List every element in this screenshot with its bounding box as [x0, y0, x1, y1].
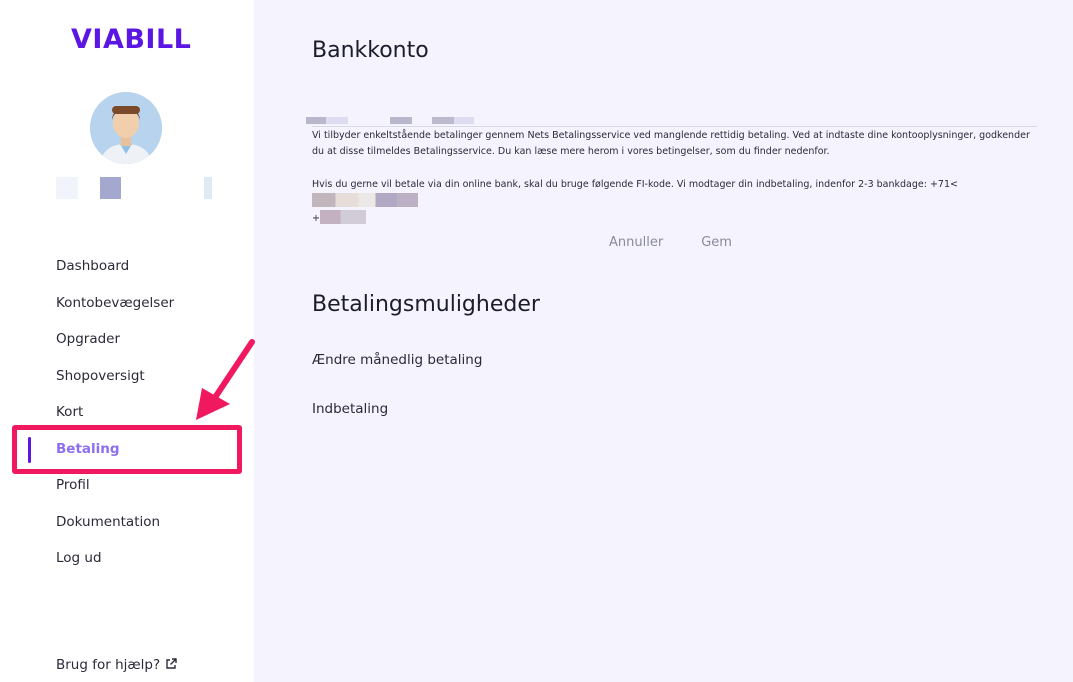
main-content: Bankkonto Vi tilbyder enkeltstående beta…: [254, 0, 1073, 682]
help-link[interactable]: Brug for hjælp?: [56, 657, 177, 674]
sidebar-item-dokumentation[interactable]: Dokumentation: [0, 504, 254, 541]
deposit-link[interactable]: Indbetaling: [312, 401, 388, 417]
divider: [312, 126, 1037, 127]
sidebar-item-dashboard[interactable]: Dashboard: [0, 248, 254, 285]
viabill-logo[interactable]: VIABILL: [71, 24, 191, 55]
payment-options-title: Betalingsmuligheder: [312, 292, 540, 317]
arrow-pointer-icon: [186, 338, 258, 428]
form-actions: Annuller Gem: [609, 235, 770, 250]
user-name-redacted: [56, 177, 216, 199]
external-link-icon: [165, 658, 177, 674]
fi-code-line2-redacted: [319, 210, 366, 224]
annotation-highlight-box: [12, 425, 242, 474]
bank-account-title: Bankkonto: [312, 38, 429, 63]
sidebar-item-log-ud[interactable]: Log ud: [0, 540, 254, 577]
change-monthly-payment-link[interactable]: Ændre månedlig betaling: [312, 352, 482, 368]
fi-code-info: Hvis du gerne vil betale via din online …: [312, 177, 1042, 227]
sidebar-item-kontobevaegelser[interactable]: Kontobevægelser: [0, 285, 254, 322]
help-link-label: Brug for hjælp?: [56, 657, 161, 673]
bank-details-redacted: [306, 117, 506, 124]
betalingsservice-info: Vi tilbyder enkeltstående betalinger gen…: [312, 130, 1030, 157]
save-button[interactable]: Gem: [701, 235, 732, 250]
fi-code-info-text: Hvis du gerne vil betale via din online …: [312, 179, 958, 190]
fi-code-line2-prefix: +: [312, 213, 320, 224]
fi-code-redacted: [312, 193, 418, 207]
avatar[interactable]: [90, 92, 162, 164]
cancel-button[interactable]: Annuller: [609, 235, 663, 250]
